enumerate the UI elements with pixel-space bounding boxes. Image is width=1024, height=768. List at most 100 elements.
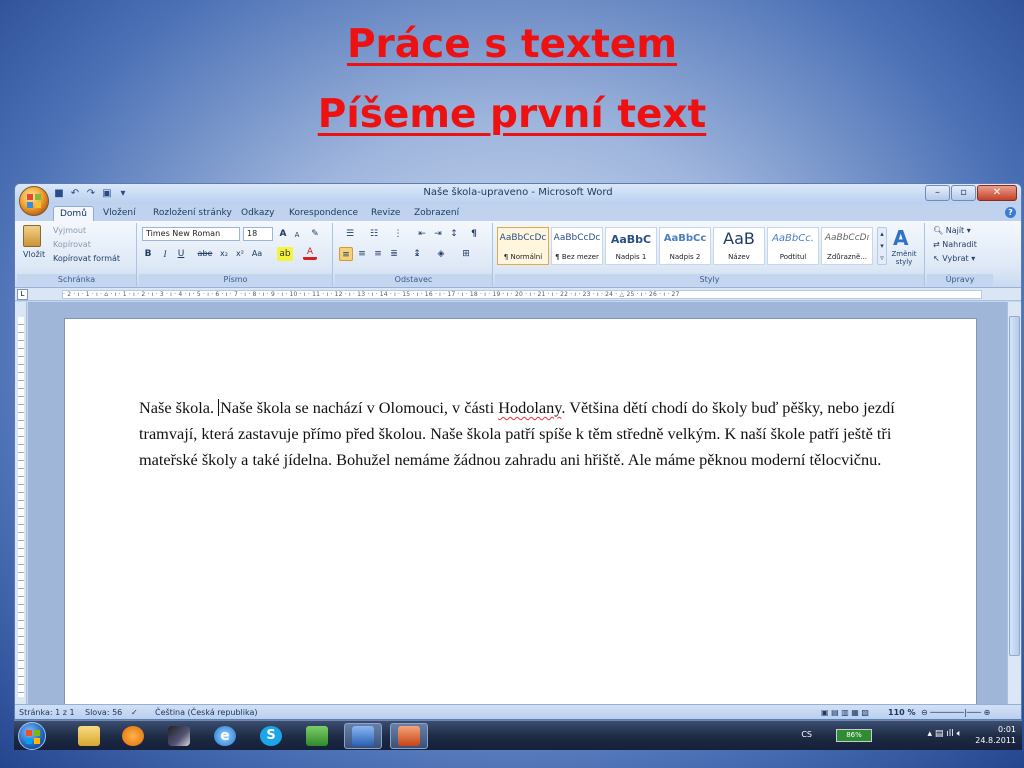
tray-icons[interactable]: ▴ ▤ ıll 🔈︎ bbox=[927, 729, 962, 739]
word-window: ■ ↶ ↷ ▣ ▾ Naše škola-upraveno - Microsof… bbox=[14, 183, 1022, 720]
strikethrough-button[interactable]: abe bbox=[197, 247, 213, 261]
replace-button[interactable]: ⇄ Nahradit bbox=[933, 240, 977, 249]
skype-taskbar-button[interactable]: S bbox=[252, 723, 290, 749]
sort-icon[interactable]: ↕ bbox=[447, 227, 461, 241]
media-player-taskbar-button[interactable] bbox=[114, 723, 152, 749]
justify-icon[interactable]: ≣ bbox=[387, 247, 401, 261]
document-page[interactable]: Naše škola. Naše škola se nachází v Olom… bbox=[64, 318, 977, 708]
style-emphasis[interactable]: AaBbCcDı Zdůrazně... bbox=[821, 227, 873, 265]
shading-icon[interactable]: ◈ bbox=[431, 247, 451, 261]
subscript-button[interactable]: x₂ bbox=[217, 247, 231, 261]
change-styles-icon[interactable]: A bbox=[893, 226, 908, 250]
proofing-icon[interactable]: ✓ bbox=[131, 708, 138, 717]
shrink-font-button[interactable]: A bbox=[291, 228, 303, 242]
style-no-spacing[interactable]: AaBbCcDc ¶ Bez mezer bbox=[551, 227, 603, 265]
copy-button[interactable]: Kopírovat bbox=[53, 240, 91, 249]
minimize-button[interactable]: – bbox=[925, 185, 950, 201]
style-name: Nadpis 2 bbox=[669, 253, 701, 261]
font-size-combo[interactable]: 18 bbox=[243, 227, 273, 241]
explorer-taskbar-button[interactable] bbox=[70, 723, 108, 749]
zoom-level[interactable]: 110 % bbox=[888, 708, 916, 717]
close-button[interactable]: ✕ bbox=[977, 185, 1017, 201]
folder-icon bbox=[78, 726, 100, 746]
multilevel-list-icon[interactable]: ⋮ bbox=[387, 227, 409, 241]
document-body[interactable]: Naše škola. Naše škola se nachází v Olom… bbox=[139, 395, 899, 473]
tab-insert[interactable]: Vložení bbox=[97, 206, 142, 221]
change-styles-button[interactable]: Změnit styly bbox=[889, 250, 919, 266]
status-language[interactable]: Čeština (Česká republika) bbox=[155, 708, 258, 717]
view-buttons[interactable]: ▣ ▤ ▥ ▦ ▧ bbox=[821, 708, 869, 717]
format-painter-button[interactable]: Kopírovat formát bbox=[53, 254, 120, 263]
ie-taskbar-button[interactable]: e bbox=[206, 723, 244, 749]
app-taskbar-button[interactable] bbox=[160, 723, 198, 749]
slide-subtitle: Píšeme první text bbox=[317, 92, 707, 137]
change-case-button[interactable]: Aa bbox=[249, 247, 265, 261]
borders-icon[interactable]: ⊞ bbox=[455, 247, 477, 261]
superscript-button[interactable]: x² bbox=[233, 247, 247, 261]
vertical-scrollbar[interactable] bbox=[1007, 302, 1021, 704]
clock-time: 0:01 bbox=[998, 725, 1016, 734]
style-title[interactable]: AaB Název bbox=[713, 227, 765, 265]
select-button[interactable]: ↖ Vybrat ▾ bbox=[933, 254, 975, 263]
underline-button[interactable]: U bbox=[175, 247, 187, 261]
tab-references[interactable]: Odkazy bbox=[235, 206, 280, 221]
increase-indent-icon[interactable]: ⇥ bbox=[431, 227, 445, 241]
line-spacing-icon[interactable]: ↨ bbox=[407, 247, 427, 261]
style-heading-2[interactable]: AaBbCc Nadpis 2 bbox=[659, 227, 711, 265]
highlight-icon[interactable]: ab bbox=[277, 247, 293, 261]
numbering-icon[interactable]: ☷ bbox=[363, 227, 385, 241]
status-page[interactable]: Stránka: 1 z 1 bbox=[19, 708, 75, 717]
grow-font-button[interactable]: A bbox=[276, 227, 290, 241]
tab-home[interactable]: Domů bbox=[53, 206, 94, 221]
maximize-button[interactable]: ▫ bbox=[951, 185, 976, 201]
group-font: Times New Roman 18 A A ✎ B I U abe x₂ x²… bbox=[139, 223, 333, 286]
language-indicator[interactable]: CS bbox=[801, 730, 812, 739]
align-right-icon[interactable]: ≡ bbox=[371, 247, 385, 261]
horizontal-ruler[interactable]: · 2 · ı · 1 · ı · ⌂ · ı · 1 · ı · 2 · ı … bbox=[62, 290, 982, 299]
title-bar: ■ ↶ ↷ ▣ ▾ Naše škola-upraveno - Microsof… bbox=[15, 184, 1021, 204]
group-label-editing: Úpravy bbox=[927, 274, 993, 286]
cut-button[interactable]: Vyjmout bbox=[53, 226, 86, 235]
style-preview: AaBbCcDc bbox=[499, 233, 547, 243]
find-button[interactable]: 🔍︎ Najít ▾ bbox=[933, 226, 971, 235]
office-button[interactable] bbox=[19, 186, 49, 216]
style-subtitle[interactable]: AaBbCc. Podtitul bbox=[767, 227, 819, 265]
italic-button[interactable]: I bbox=[159, 247, 171, 261]
tab-view[interactable]: Zobrazení bbox=[408, 206, 465, 221]
group-label-paragraph: Odstavec bbox=[335, 274, 492, 286]
show-marks-icon[interactable]: ¶ bbox=[467, 227, 481, 241]
battery-indicator[interactable]: 86% bbox=[836, 729, 872, 742]
tab-review[interactable]: Revize bbox=[365, 206, 406, 221]
bold-button[interactable]: B bbox=[142, 247, 154, 261]
group-styles: AaBbCcDc ¶ Normální AaBbCcDc ¶ Bez mezer… bbox=[495, 223, 925, 286]
tab-mailings[interactable]: Korespondence bbox=[283, 206, 364, 221]
help-icon[interactable]: ? bbox=[1005, 207, 1016, 218]
style-heading-1[interactable]: AaBbC Nadpis 1 bbox=[605, 227, 657, 265]
status-words[interactable]: Slova: 56 bbox=[85, 708, 122, 717]
clock[interactable]: 0:01 24.8.2011 bbox=[975, 724, 1016, 746]
decrease-indent-icon[interactable]: ⇤ bbox=[415, 227, 429, 241]
style-normal[interactable]: AaBbCcDc ¶ Normální bbox=[497, 227, 549, 265]
scroll-thumb[interactable] bbox=[1009, 316, 1020, 656]
word-taskbar-button[interactable] bbox=[344, 723, 382, 749]
align-center-icon[interactable]: ≡ bbox=[355, 247, 369, 261]
font-name-combo[interactable]: Times New Roman bbox=[142, 227, 240, 241]
align-left-icon[interactable]: ≡ bbox=[339, 247, 353, 261]
tab-selector-icon[interactable]: L bbox=[17, 289, 28, 300]
bullets-icon[interactable]: ☰ bbox=[339, 227, 361, 241]
start-button[interactable] bbox=[18, 722, 46, 750]
paste-button[interactable]: Vložit bbox=[23, 250, 45, 259]
powerpoint-taskbar-button[interactable] bbox=[390, 723, 428, 749]
clear-format-icon[interactable]: ✎ bbox=[307, 227, 323, 241]
spelling-error[interactable]: Hodolany bbox=[498, 398, 561, 417]
zoom-slider[interactable]: ⊖ ───────|─── ⊕ bbox=[921, 708, 990, 717]
media-player-icon bbox=[122, 726, 144, 746]
internet-explorer-icon: e bbox=[214, 726, 236, 746]
paste-icon[interactable] bbox=[23, 225, 41, 247]
styles-scroll-icon[interactable]: ▴ ▾ ▿ bbox=[877, 227, 887, 265]
tab-page-layout[interactable]: Rozložení stránky bbox=[147, 206, 238, 221]
font-color-button[interactable]: A bbox=[303, 247, 317, 260]
style-name: Název bbox=[728, 253, 750, 261]
excel-taskbar-button[interactable] bbox=[298, 723, 336, 749]
excel-icon bbox=[306, 726, 328, 746]
